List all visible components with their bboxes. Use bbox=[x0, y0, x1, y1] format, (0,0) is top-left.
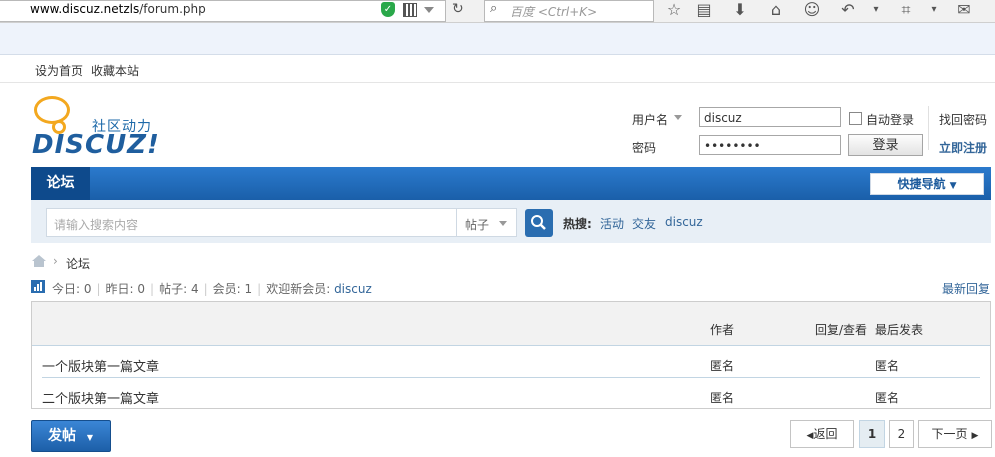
chat-icon[interactable]: ✉ bbox=[954, 0, 974, 19]
address-url[interactable]: www.discuz.netzls/forum.php bbox=[30, 2, 206, 16]
dropdown-arrow-icon[interactable] bbox=[424, 7, 434, 13]
row-divider bbox=[42, 377, 980, 378]
login-button[interactable]: 登录 bbox=[848, 134, 923, 156]
username-label: 用户名 bbox=[632, 113, 669, 127]
breadcrumb-separator: › bbox=[53, 254, 58, 268]
page-2[interactable]: 2 bbox=[889, 420, 914, 448]
download-icon[interactable]: ⬇ bbox=[730, 0, 750, 19]
new-post-button[interactable]: 发帖 ▼ bbox=[31, 420, 111, 452]
reading-list-icon[interactable]: ▤ bbox=[694, 0, 714, 19]
chevron-down-icon: ▼ bbox=[86, 433, 94, 442]
column-header-author: 作者 bbox=[710, 323, 735, 337]
logo-bubble-icon bbox=[34, 96, 70, 124]
thread-author: 匿名 bbox=[710, 359, 735, 373]
password-field[interactable]: •••••••• bbox=[699, 135, 841, 155]
page-1[interactable]: 1 bbox=[859, 420, 885, 448]
divider bbox=[928, 106, 929, 150]
username-field[interactable]: discuz bbox=[699, 107, 841, 127]
column-header-replies: 回复/查看 bbox=[815, 323, 868, 337]
crop-dropdown-icon[interactable]: ▾ bbox=[924, 4, 944, 15]
autologin-label: 自动登录 bbox=[866, 113, 915, 127]
divider bbox=[0, 82, 995, 83]
set-homepage-link[interactable]: 设为首页 bbox=[35, 64, 83, 78]
chevron-right-icon: ▶ bbox=[971, 431, 979, 441]
back-button[interactable]: ◀返回 bbox=[790, 420, 854, 448]
next-page-label: 下一页 bbox=[931, 427, 968, 441]
hot-search-item[interactable]: 交友 bbox=[632, 215, 656, 232]
top-links: 设为首页 收藏本站 bbox=[35, 62, 147, 79]
stat-posts: 帖子: 4 bbox=[159, 282, 199, 296]
latest-reply-link[interactable]: 最新回复 bbox=[942, 280, 990, 297]
thread-lastpost: 匿名 bbox=[875, 391, 900, 405]
password-label: 密码 bbox=[632, 141, 657, 155]
main-nav bbox=[31, 167, 991, 200]
search-placeholder: 请输入搜索内容 bbox=[54, 218, 139, 232]
stats-chart-icon bbox=[31, 280, 45, 293]
stat-members: 会员: 1 bbox=[212, 282, 253, 296]
new-member-link[interactable]: discuz bbox=[334, 282, 372, 296]
forum-stats: 今日: 0 | 昨日: 0 | 帖子: 4 | 会员: 1 | 欢迎新会员: discuz bbox=[52, 282, 372, 296]
crop-icon[interactable]: ⌗ bbox=[896, 0, 916, 20]
register-link[interactable]: 立即注册 bbox=[939, 139, 987, 156]
thread-title-link[interactable]: 一个版块第一篇文章 bbox=[42, 356, 159, 375]
back-label: 返回 bbox=[813, 427, 838, 441]
new-post-label: 发帖 bbox=[48, 428, 76, 444]
username-dropdown-icon[interactable] bbox=[674, 115, 682, 120]
hot-search-item[interactable]: 活动 bbox=[600, 215, 624, 232]
column-header-lastpost: 最后发表 bbox=[875, 323, 924, 337]
hot-search-label: 热搜: bbox=[563, 217, 592, 231]
qr-code-icon[interactable] bbox=[403, 3, 417, 17]
security-shield-icon[interactable]: ✓ bbox=[381, 2, 395, 17]
thread-lastpost: 匿名 bbox=[875, 359, 900, 373]
stat-today: 今日: 0 bbox=[52, 282, 92, 296]
breadcrumb-current: 论坛 bbox=[66, 257, 91, 271]
browser-info-strip bbox=[0, 23, 995, 55]
stat-welcome: 欢迎新会员: bbox=[266, 282, 331, 296]
next-page-button[interactable]: 下一页 ▶ bbox=[918, 420, 992, 448]
search-icon bbox=[531, 215, 546, 230]
chevron-down-icon bbox=[499, 221, 507, 226]
home-icon[interactable] bbox=[32, 255, 46, 267]
autologin-checkbox[interactable] bbox=[849, 112, 862, 125]
search-type-value: 帖子 bbox=[465, 218, 490, 232]
bookmark-star-icon[interactable]: ☆ bbox=[664, 0, 684, 19]
browser-search-placeholder: 百度 <Ctrl+K> bbox=[510, 5, 598, 19]
refresh-icon[interactable]: ↻ bbox=[452, 1, 464, 17]
quick-nav-button[interactable]: 快捷导航 ▼ bbox=[870, 173, 984, 195]
home-icon[interactable]: ⌂ bbox=[766, 0, 786, 19]
tab-forum[interactable]: 论坛 bbox=[31, 167, 90, 200]
find-password-link[interactable]: 找回密码 bbox=[939, 111, 987, 128]
logo[interactable]: DISCUZ! bbox=[32, 130, 160, 160]
smiley-icon[interactable]: ☺ bbox=[802, 0, 822, 19]
bookmark-site-link[interactable]: 收藏本站 bbox=[91, 64, 139, 78]
thread-title-link[interactable]: 二个版块第一篇文章 bbox=[42, 388, 159, 407]
undo-dropdown-icon[interactable]: ▾ bbox=[866, 4, 886, 15]
search-button[interactable] bbox=[525, 209, 553, 237]
chevron-down-icon: ▼ bbox=[949, 181, 957, 191]
thread-author: 匿名 bbox=[710, 391, 735, 405]
undo-icon[interactable]: ↶ bbox=[838, 0, 858, 19]
stat-yesterday: 昨日: 0 bbox=[105, 282, 146, 296]
search-icon: ⌕ bbox=[490, 1, 498, 16]
hot-search-item[interactable]: discuz bbox=[665, 215, 703, 229]
quick-nav-label: 快捷导航 bbox=[897, 177, 946, 191]
